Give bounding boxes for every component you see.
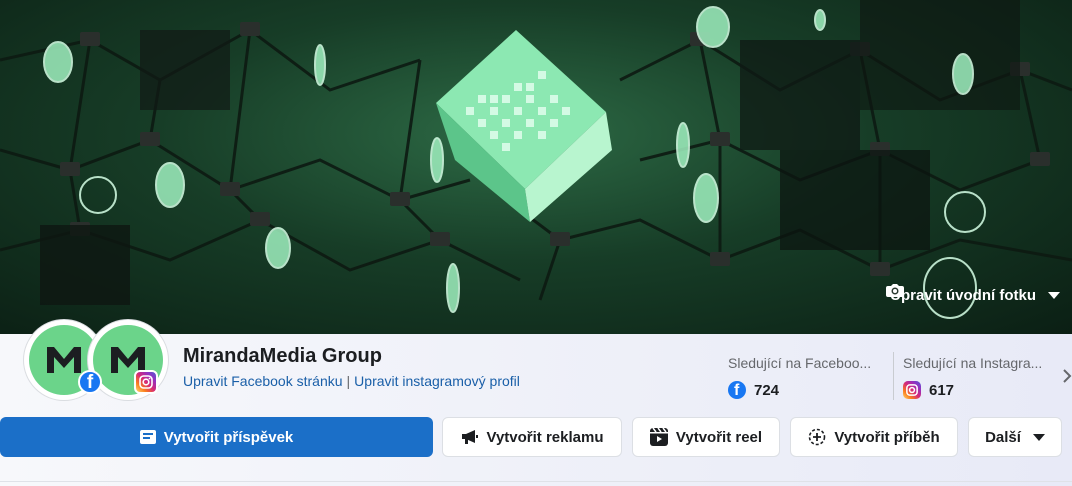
- chevron-down-icon: [1048, 291, 1060, 299]
- more-label: Další: [985, 428, 1021, 446]
- link-separator: |: [346, 373, 351, 389]
- chevron-down-icon: [1032, 433, 1045, 441]
- facebook-followers-count: 724: [754, 381, 780, 399]
- edit-facebook-page-link[interactable]: Upravit Facebook stránku: [183, 373, 343, 389]
- instagram-followers-count: 617: [929, 381, 955, 399]
- create-reel-button[interactable]: Vytvořit reel: [632, 417, 780, 457]
- profile-links: Upravit Facebook stránku | Upravit insta…: [183, 373, 520, 389]
- create-post-label: Vytvořit příspěvek: [163, 428, 294, 446]
- instagram-glyph-icon: [139, 375, 153, 389]
- create-story-label: Vytvořit příběh: [834, 428, 940, 446]
- instagram-followers-label: Sledující na Instagra...: [903, 355, 1043, 371]
- miranda-logo-icon: [47, 347, 81, 373]
- facebook-icon: [728, 381, 746, 399]
- edit-cover-photo-button[interactable]: Upravit úvodní fotku: [886, 283, 1064, 307]
- cover-photo: Upravit úvodní fotku: [0, 0, 1072, 334]
- create-post-button[interactable]: Vytvořit příspěvek: [0, 417, 433, 457]
- instagram-icon: [903, 381, 921, 399]
- chevron-right-icon[interactable]: [1062, 368, 1072, 384]
- create-ad-label: Vytvořit reklamu: [486, 428, 604, 446]
- profile-avatars: f: [22, 320, 172, 404]
- edit-cover-photo-label: Upravit úvodní fotku: [890, 286, 1036, 304]
- create-story-button[interactable]: Vytvořit příběh: [790, 417, 958, 457]
- reel-icon: [649, 428, 668, 446]
- divider: [0, 481, 1072, 482]
- facebook-badge-icon: f: [78, 370, 102, 394]
- edit-instagram-profile-link[interactable]: Upravit instagramový profil: [354, 373, 520, 389]
- instagram-badge-icon: [134, 370, 158, 394]
- page-header: Upravit úvodní fotku f MirandaMedia Grou…: [0, 0, 1072, 486]
- camera-icon: [886, 284, 905, 297]
- story-add-icon: [809, 428, 826, 446]
- create-ad-button[interactable]: Vytvořit reklamu: [442, 417, 622, 457]
- stats-divider: [893, 352, 894, 400]
- facebook-followers-stat[interactable]: Sledující na Faceboo... 724: [728, 355, 871, 399]
- page-title: MirandaMedia Group: [183, 345, 382, 367]
- post-icon: [139, 430, 156, 444]
- more-button[interactable]: Další: [968, 417, 1062, 457]
- facebook-followers-label: Sledující na Faceboo...: [728, 355, 872, 371]
- megaphone-icon: [461, 430, 478, 444]
- create-reel-label: Vytvořit reel: [675, 428, 763, 446]
- instagram-followers-stat[interactable]: Sledující na Instagra... 617: [903, 355, 1042, 399]
